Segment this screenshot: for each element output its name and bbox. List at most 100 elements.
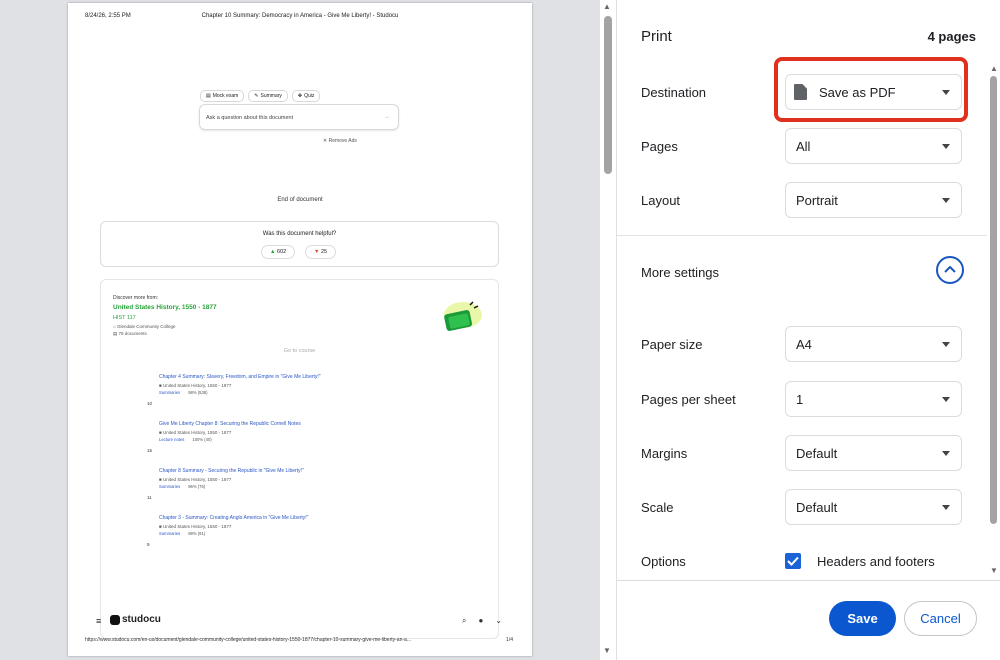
ai-chips: ▤ Mock exam ✎ Summary ✤ Quiz [200, 90, 321, 102]
paper-size-select[interactable]: A4 [785, 326, 962, 362]
layout-select[interactable]: Portrait [785, 182, 962, 218]
related-doc-title: Give Me Liberty Chapter 8: Securing the … [159, 421, 301, 427]
pages-value: All [796, 139, 811, 154]
course-name: United States History, 1550 - 1877 [113, 304, 217, 311]
related-doc-meta: Summaries 96% (76) [159, 484, 304, 489]
pages-per-sheet-label: Pages per sheet [641, 392, 736, 407]
dropdown-caret-icon [942, 451, 950, 456]
pages-label: Pages [641, 139, 678, 154]
related-doc-rating: 96% (76) [188, 484, 206, 489]
related-doc-course: ■ United States History, 1550 - 1877 [159, 477, 232, 482]
dropdown-caret-icon [942, 90, 950, 95]
vote-down: ▼ 25 [305, 245, 337, 259]
chevron-down-icon: ⌄ [495, 616, 502, 625]
related-doc-number: 15 [147, 448, 153, 453]
discover-label: Discover more from: [113, 295, 159, 301]
remove-ads-link: ✕ Remove Ads [323, 138, 357, 144]
dropdown-caret-icon [942, 342, 950, 347]
document-icon: ▤ [206, 93, 211, 99]
related-doc-tag: Lecture notes [159, 437, 185, 442]
related-doc: Chapter 8 Summary - Securing the Republi… [159, 468, 304, 489]
page-header-title: Chapter 10 Summary: Democracy in America… [201, 13, 399, 19]
preview-page: 8/24/26, 2:55 PM Chapter 10 Summary: Dem… [68, 3, 532, 656]
helpful-box: Was this document helpful? ▲ 602 ▼ 25 [100, 221, 499, 267]
margins-label: Margins [641, 446, 688, 461]
settings-scrollbar-thumb[interactable] [990, 76, 997, 524]
scroll-up-arrow-icon[interactable]: ▲ [990, 64, 998, 73]
quiz-icon: ✤ [297, 93, 303, 99]
pages-per-sheet-select[interactable]: 1 [785, 381, 962, 417]
footer-icons: ⌕ ● ⌄ [462, 616, 502, 626]
related-doc-course: ■ United States History, 1550 - 1877 [159, 383, 232, 388]
preview-scrollbar[interactable]: ▲ ▼ [600, 0, 616, 660]
go-to-course: Go to course [283, 348, 316, 354]
paper-size-value: A4 [796, 337, 812, 352]
headers-footers-label[interactable]: Headers and footers [817, 554, 935, 569]
user-icon: ● [478, 616, 484, 625]
related-doc-meta: Summaries 98% (91) [159, 531, 308, 536]
related-doc-meta: Summaries 98% (536) [159, 390, 321, 395]
print-settings-panel: Print 4 pages Destination Save as PDF Pa… [616, 0, 1000, 660]
vote-up: ▲ 602 [261, 245, 296, 259]
collapse-more-settings-button[interactable] [936, 256, 964, 284]
related-doc-course: ■ United States History, 1550 - 1877 [159, 524, 232, 529]
cancel-button[interactable]: Cancel [904, 601, 977, 636]
related-doc: Chapter 3 - Summary: Creating Anglo Amer… [159, 515, 308, 536]
pen-icon: ✎ [254, 93, 259, 99]
footer-divider [617, 580, 1000, 581]
preview-scrollbar-thumb[interactable] [604, 16, 612, 174]
margins-select[interactable]: Default [785, 435, 962, 471]
logo-mark-icon [110, 614, 120, 625]
destination-select[interactable]: Save as PDF [785, 74, 962, 110]
related-doc-number: 11 [147, 495, 152, 500]
send-arrow-icon: → [384, 114, 390, 120]
page-footer-number: 1/4 [506, 637, 513, 643]
chip-label: Quiz [304, 93, 315, 99]
section-divider [617, 235, 987, 236]
headers-footers-checkbox[interactable] [785, 553, 801, 569]
chip-summary: ✎ Summary [248, 90, 288, 102]
related-doc-meta: Lecture notes 100% (40) [159, 437, 301, 442]
documents-count: ▤ 79 documents [113, 331, 147, 336]
related-doc-number: 10 [147, 401, 153, 406]
dropdown-caret-icon [942, 397, 950, 402]
more-settings-label[interactable]: More settings [641, 265, 719, 280]
thumbs-down-icon: ▼ [314, 249, 320, 255]
dropdown-caret-icon [942, 198, 950, 203]
related-doc: Chapter 4 Summary: Slavery, Freedom, and… [159, 374, 321, 395]
layout-label: Layout [641, 193, 681, 208]
chip-label: Mock exam [212, 93, 239, 99]
related-doc-rating: 98% (536) [188, 390, 208, 395]
pages-select[interactable]: All [785, 128, 962, 164]
related-doc-tag: Summaries [159, 531, 181, 536]
layout-value: Portrait [796, 193, 838, 208]
print-title: Print [641, 28, 672, 45]
scroll-up-arrow-icon[interactable]: ▲ [603, 2, 611, 11]
save-button[interactable]: Save [829, 601, 896, 636]
related-doc-title: Chapter 4 Summary: Slavery, Freedom, and… [159, 374, 321, 380]
page-count: 4 pages [927, 29, 976, 44]
site-footer-bar: ≡ studocu ⌕ ● ⌄ [68, 613, 532, 633]
thumbs-up-icon: ▲ [270, 249, 276, 255]
college-name: ⌂ Glendale Community College [113, 324, 176, 329]
paper-size-label: Paper size [641, 337, 703, 352]
chevron-up-icon [944, 265, 956, 273]
vote-up-count: 602 [276, 249, 287, 255]
settings-scrollbar[interactable]: ▲ ▼ [987, 62, 1000, 580]
related-doc-course: ■ United States History, 1550 - 1877 [159, 430, 232, 435]
related-doc-title: Chapter 8 Summary - Securing the Republi… [159, 468, 304, 474]
scroll-down-arrow-icon[interactable]: ▼ [603, 646, 611, 655]
scale-label: Scale [641, 500, 674, 515]
page-footer-url: https://www.studocu.com/en-us/document/g… [85, 637, 411, 643]
checkmark-icon [787, 556, 799, 566]
scale-value: Default [796, 500, 838, 515]
scale-select[interactable]: Default [785, 489, 962, 525]
related-doc-tag: Summaries [159, 484, 181, 489]
chip-quiz: ✤ Quiz [291, 90, 321, 102]
pages-per-sheet-value: 1 [796, 392, 804, 407]
chip-label: Summary [260, 93, 282, 99]
discover-box: Discover more from: United States Histor… [100, 279, 499, 639]
related-doc-rating: 98% (91) [188, 531, 206, 536]
college-text: Glendale Community College [116, 324, 176, 329]
scroll-down-arrow-icon[interactable]: ▼ [990, 566, 998, 575]
